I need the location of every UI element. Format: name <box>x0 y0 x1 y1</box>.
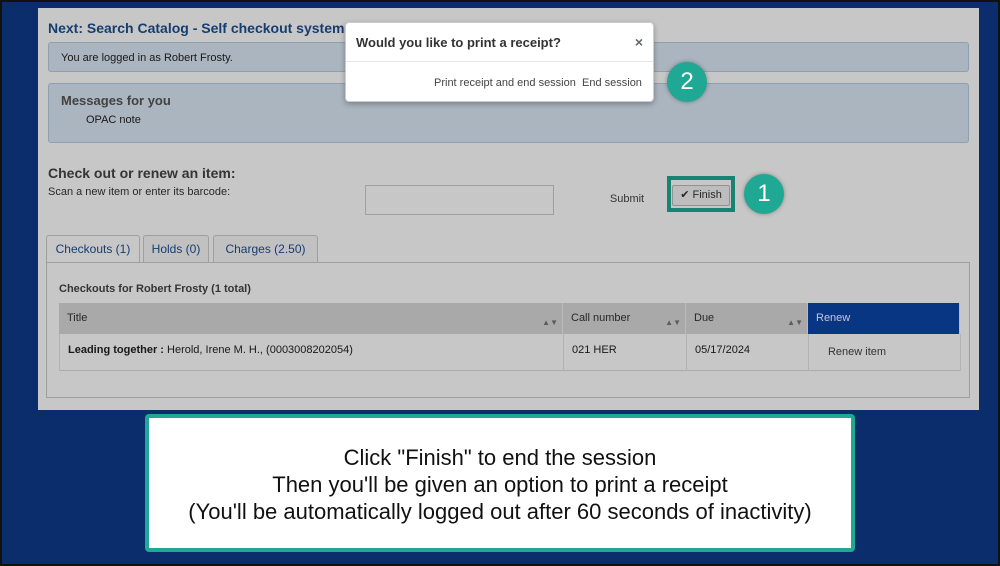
caption-line: Click "Finish" to end the session <box>343 445 657 470</box>
dialog-title: Would you like to print a receipt? <box>356 35 561 50</box>
end-session-button[interactable]: End session <box>582 77 642 89</box>
close-icon[interactable]: × <box>635 34 643 50</box>
caption-line: Then you'll be given an option to print … <box>272 472 728 497</box>
receipt-dialog: Would you like to print a receipt? × Pri… <box>345 22 654 102</box>
caption-line: (You'll be automatically logged out afte… <box>188 499 812 524</box>
print-receipt-button[interactable]: Print receipt and end session <box>434 77 576 89</box>
step-2-badge: 2 <box>667 62 707 102</box>
instruction-caption: Click "Finish" to end the session Then y… <box>145 414 855 552</box>
step-1-badge: 1 <box>744 174 784 214</box>
dialog-divider <box>346 61 653 62</box>
